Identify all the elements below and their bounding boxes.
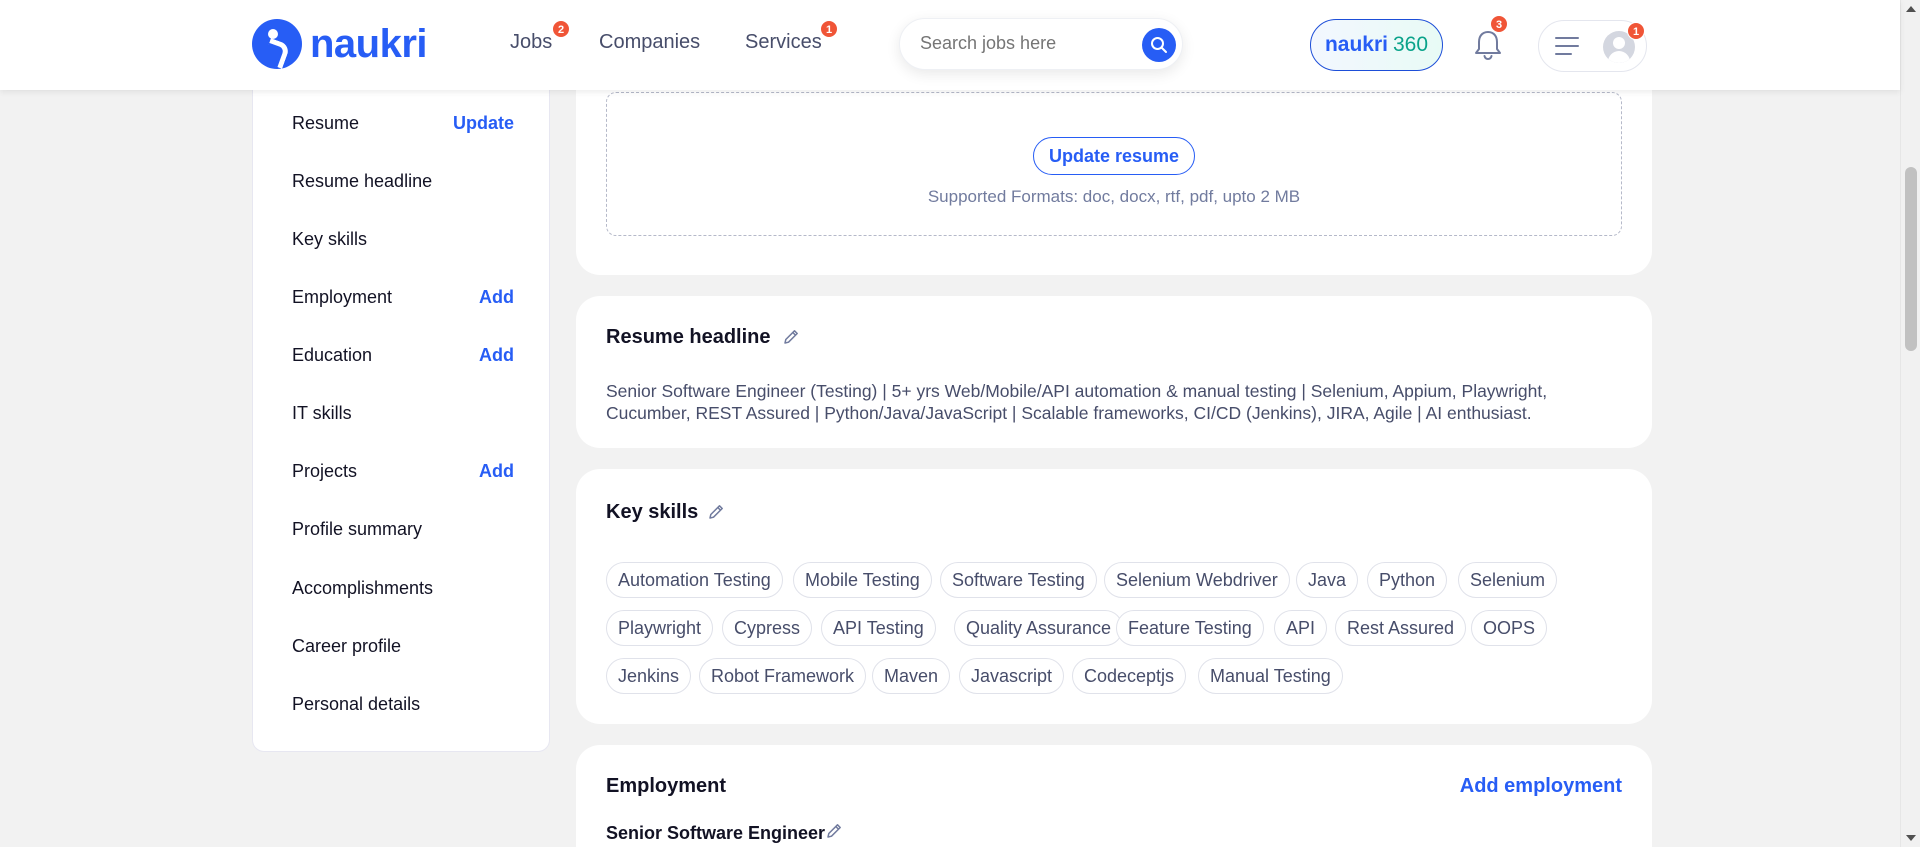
sidebar-item-it-skills[interactable]: IT skills xyxy=(292,398,514,428)
sidebar-item-label: Employment xyxy=(292,286,393,307)
edit-headline-icon[interactable] xyxy=(782,328,800,346)
nav-companies[interactable]: Companies xyxy=(599,31,700,54)
scrollbar-thumb[interactable] xyxy=(1905,167,1917,351)
skill-chip: Jenkins xyxy=(606,658,692,694)
naukri360-label: naukri xyxy=(1324,33,1388,56)
resume-headline-text: Senior Software Engineer (Testing) | 5+ … xyxy=(606,381,1548,423)
skill-chip: Javascript xyxy=(959,658,1065,694)
sidebar-item-resume-headline[interactable]: Resume headline xyxy=(292,166,514,196)
sidebar-item-label: Accomplishments xyxy=(292,577,434,598)
naukri360-button[interactable]: naukri 360 xyxy=(1310,19,1443,71)
nav-jobs-label: Jobs xyxy=(510,31,553,53)
jobs-badge: 2 xyxy=(552,20,570,38)
sidebar-item-personal-details[interactable]: Personal details xyxy=(292,689,514,719)
key-skills-card: Key skills Automation Testing Mobile Tes… xyxy=(576,469,1652,724)
skill-chip: Selenium xyxy=(1458,562,1558,598)
skill-chip: API Testing xyxy=(821,610,936,646)
sidebar-item-label: Resume xyxy=(292,112,360,133)
sidebar-item-career-profile[interactable]: Career profile xyxy=(292,631,514,661)
menu-badge: 1 xyxy=(1627,22,1645,40)
skill-chip: Robot Framework xyxy=(699,658,867,694)
naukri360-number: 360 xyxy=(1392,33,1429,56)
skill-chip: Automation Testing xyxy=(606,562,783,598)
skill-chip: Java xyxy=(1296,562,1359,598)
scroll-down-arrow-icon[interactable] xyxy=(1906,835,1916,841)
skill-chip: API xyxy=(1274,610,1328,646)
skill-chip: Manual Testing xyxy=(1198,658,1343,694)
user-menu-button[interactable]: 1 xyxy=(1538,20,1647,72)
skill-chip: Rest Assured xyxy=(1335,610,1467,646)
services-badge: 1 xyxy=(820,20,838,38)
nav-services-label: Services xyxy=(745,31,822,53)
search-icon xyxy=(1151,37,1167,53)
sidebar-item-education[interactable]: Education Add xyxy=(292,340,514,370)
naukri-logo-icon xyxy=(252,19,302,69)
sidebar-update-resume-link[interactable]: Update xyxy=(453,113,514,134)
sidebar-item-label: Education xyxy=(292,344,373,365)
sidebar-item-label: Career profile xyxy=(292,635,402,656)
skill-chip: Python xyxy=(1367,562,1448,598)
edit-employment-icon[interactable] xyxy=(825,822,843,840)
skill-chip: Playwright xyxy=(606,610,714,646)
search-button[interactable] xyxy=(1142,28,1176,62)
edit-key-skills-icon[interactable] xyxy=(707,503,725,521)
sidebar-item-key-skills[interactable]: Key skills xyxy=(292,224,514,254)
sidebar-item-label: Key skills xyxy=(292,228,368,249)
sidebar-add-employment-link[interactable]: Add xyxy=(479,287,514,308)
add-employment-link[interactable]: Add employment xyxy=(1460,775,1622,798)
nav-jobs[interactable]: Jobs 2 xyxy=(510,20,570,54)
notifications-button[interactable]: 3 xyxy=(1470,15,1508,63)
sidebar-item-resume[interactable]: Resume Update xyxy=(292,108,514,138)
skill-chip: Software Testing xyxy=(940,562,1097,598)
nav-companies-label: Companies xyxy=(599,31,701,53)
employment-role: Senior Software Engineer xyxy=(606,823,826,843)
update-resume-button[interactable]: Update resume xyxy=(1033,137,1195,175)
scroll-up-arrow-icon[interactable] xyxy=(1906,6,1916,12)
skill-chip: Selenium Webdriver xyxy=(1104,562,1290,598)
skill-chip: Mobile Testing xyxy=(793,562,932,598)
resume-headline-card: Resume headline Senior Software Engineer… xyxy=(576,296,1652,448)
notifications-badge: 3 xyxy=(1490,15,1508,33)
sidebar-item-label: Projects xyxy=(292,460,358,481)
resume-card: Update resume Supported Formats: doc, do… xyxy=(576,80,1652,275)
search-bar xyxy=(899,18,1183,70)
top-header: naukri Jobs 2 Companies Services 1 naukr… xyxy=(0,0,1900,90)
skill-chip: Quality Assurance xyxy=(954,610,1124,646)
search-input[interactable] xyxy=(920,33,1120,54)
sidebar-item-label: Resume headline xyxy=(292,170,433,191)
sidebar-item-projects[interactable]: Projects Add xyxy=(292,456,514,486)
nav-services[interactable]: Services 1 xyxy=(745,20,838,54)
skill-chip: Feature Testing xyxy=(1116,610,1264,646)
sidebar-item-profile-summary[interactable]: Profile summary xyxy=(292,514,514,544)
employment-title: Employment xyxy=(606,775,727,797)
resume-upload-zone[interactable]: Update resume Supported Formats: doc, do… xyxy=(606,92,1622,236)
sidebar-item-accomplishments[interactable]: Accomplishments xyxy=(292,573,514,603)
sidebar-item-label: Profile summary xyxy=(292,518,423,539)
skill-chip: Cypress xyxy=(722,610,813,646)
resume-headline-title: Resume headline xyxy=(606,326,771,348)
sidebar-item-label: IT skills xyxy=(292,402,352,423)
quick-links-sidebar: Resume Update Resume headline Key skills… xyxy=(252,90,550,752)
sidebar-item-label: Personal details xyxy=(292,693,421,714)
skill-chip: Maven xyxy=(872,658,951,694)
key-skills-title: Key skills xyxy=(606,501,699,523)
employment-card: Employment Add employment Senior Softwar… xyxy=(576,745,1652,847)
sidebar-item-employment[interactable]: Employment Add xyxy=(292,282,514,312)
skill-chip: OOPS xyxy=(1471,610,1548,646)
supported-formats-text: Supported Formats: doc, docx, rtf, pdf, … xyxy=(927,187,1301,206)
page-scrollbar[interactable] xyxy=(1900,0,1920,847)
hamburger-icon xyxy=(1555,37,1579,55)
skill-chip: Codeceptjs xyxy=(1072,658,1187,694)
logo-text: naukri xyxy=(310,21,428,66)
sidebar-add-projects-link[interactable]: Add xyxy=(479,461,514,482)
sidebar-add-education-link[interactable]: Add xyxy=(479,345,514,366)
naukri-logo[interactable]: naukri xyxy=(252,19,428,69)
